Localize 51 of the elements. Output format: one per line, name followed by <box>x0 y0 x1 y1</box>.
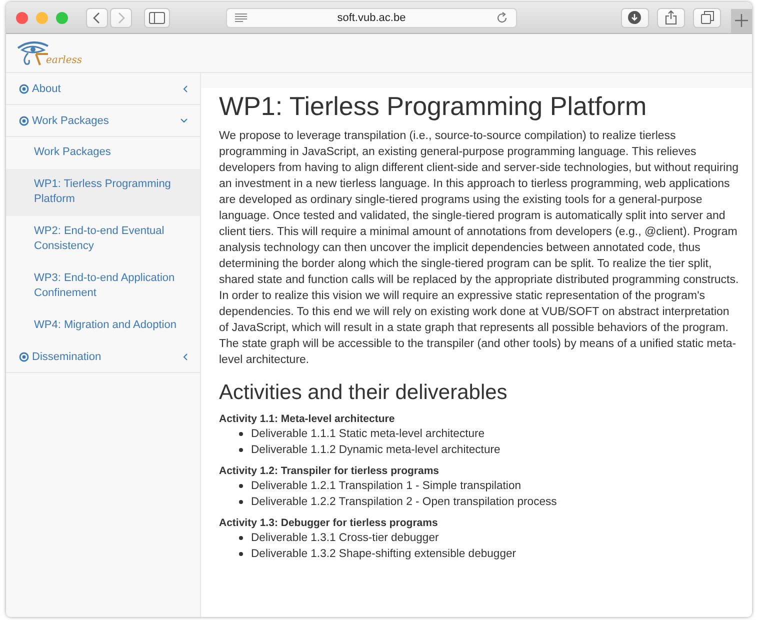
chevron-left-icon <box>182 84 188 92</box>
chevron-left-icon <box>93 12 101 24</box>
deliverable-item: Deliverable 1.2.1 Transpilation 1 - Simple transpilation <box>251 479 522 494</box>
bullet-icon <box>239 484 243 488</box>
circle-dot-icon <box>19 352 29 362</box>
tabs-icon <box>700 11 714 24</box>
body-paragraph: We propose to leverage transpilation (i.e., source-to-source compilation) to realize tierless programming in JavaScript, an existing general-purpose programming language. This relieves developers from having to align different client-side and server-side technologies, but without requiring an investment in a new tierless language. In this approach to tierless programming, web applications are developed as ordinary single-tiered programs using the existing tools for a general-purpose language. Once tested and validated, the single-tiered program is automatically split into server and client tiers. This will require a minimal amount of annotations from developers (e.g., @client). Program analysis technology can then uncover the implicit dependencies between annotated code, thus determining the border along which the single-tiered program can be split. To realize the tier split, shared state and function calls will be replaced by the appropriate distributed programming constructs. In order to realize this vision we will require an expressive static representation of the program's dependencies. To this end we will rely on existing work done at VUB/SOFT on abstract interpretation of JavaScript, which will result in a state graph that represents all possible behaviors of the program. The state graph will be accessible to the transpiler (and other tools) by means of a unified static meta-level architecture. <box>219 129 740 368</box>
deliverable-item: Deliverable 1.3.2 Shape-shifting extensible debugger <box>251 547 516 562</box>
sidebar-button[interactable] <box>144 8 170 28</box>
sidebar-item[interactable]: About <box>6 73 200 105</box>
new-tab-button[interactable] <box>731 8 752 32</box>
page-title: WP1: Tierless Programming Platform <box>219 90 648 122</box>
deliverable-item: Deliverable 1.3.1 Cross-tier debugger <box>251 531 439 546</box>
chevron-right-icon <box>117 12 125 24</box>
close-button[interactable] <box>16 12 28 24</box>
tabs-button[interactable] <box>693 8 722 28</box>
sidebar-subitem[interactable]: Work Packages <box>6 137 200 168</box>
sidebar-subitem[interactable]: WP1: Tierless Programming Platform <box>6 168 200 216</box>
sidebar-item[interactable]: Dissemination <box>6 341 200 373</box>
activity-heading: Activity 1.1: Meta-level architecture <box>219 412 396 426</box>
share-button[interactable] <box>656 8 686 28</box>
url-text: soft.vub.ac.be <box>336 12 407 24</box>
activity-heading: Activity 1.3: Debugger for tierless programs <box>219 516 439 530</box>
sidebar-subitem[interactable]: WP3: End-to-end Application Confinement <box>6 262 200 310</box>
deliverable-item: Deliverable 1.2.2 Transpilation 2 - Open transpilation process <box>251 495 557 510</box>
deliverable-item: Deliverable 1.1.1 Static meta-level architecture <box>251 427 485 442</box>
chevron-left-icon <box>182 352 188 360</box>
address-bar[interactable]: soft.vub.ac.be <box>226 8 517 28</box>
chevron-down-icon <box>180 118 188 124</box>
plus-icon <box>735 14 748 27</box>
circle-dot-icon <box>19 84 29 94</box>
share-icon <box>664 10 677 25</box>
activity-heading: Activity 1.2: Transpiler for tierless programs <box>219 464 440 478</box>
sidebar-subitem[interactable]: WP4: Migration and Adoption <box>6 310 200 341</box>
bullet-icon <box>239 500 243 504</box>
logo-text: earless <box>46 55 82 66</box>
sidebar-icon <box>149 12 166 24</box>
sidebar-subitem[interactable]: WP2: End-to-end Eventual Consistency <box>6 216 200 262</box>
reload-icon <box>496 12 508 24</box>
back-button[interactable] <box>86 8 108 28</box>
download-icon <box>628 11 642 24</box>
section-heading: Activities and their deliverables <box>219 380 508 406</box>
sidebar-item[interactable]: Work Packages <box>6 105 200 137</box>
bullet-icon <box>239 552 243 556</box>
bullet-icon <box>239 432 243 436</box>
download-button[interactable] <box>620 8 649 28</box>
reader-icon <box>235 13 248 22</box>
circle-dot-icon <box>19 116 29 126</box>
bullet-icon <box>239 448 243 452</box>
deliverable-item: Deliverable 1.1.2 Dynamic meta-level architecture <box>251 443 500 458</box>
bullet-icon <box>239 536 243 540</box>
